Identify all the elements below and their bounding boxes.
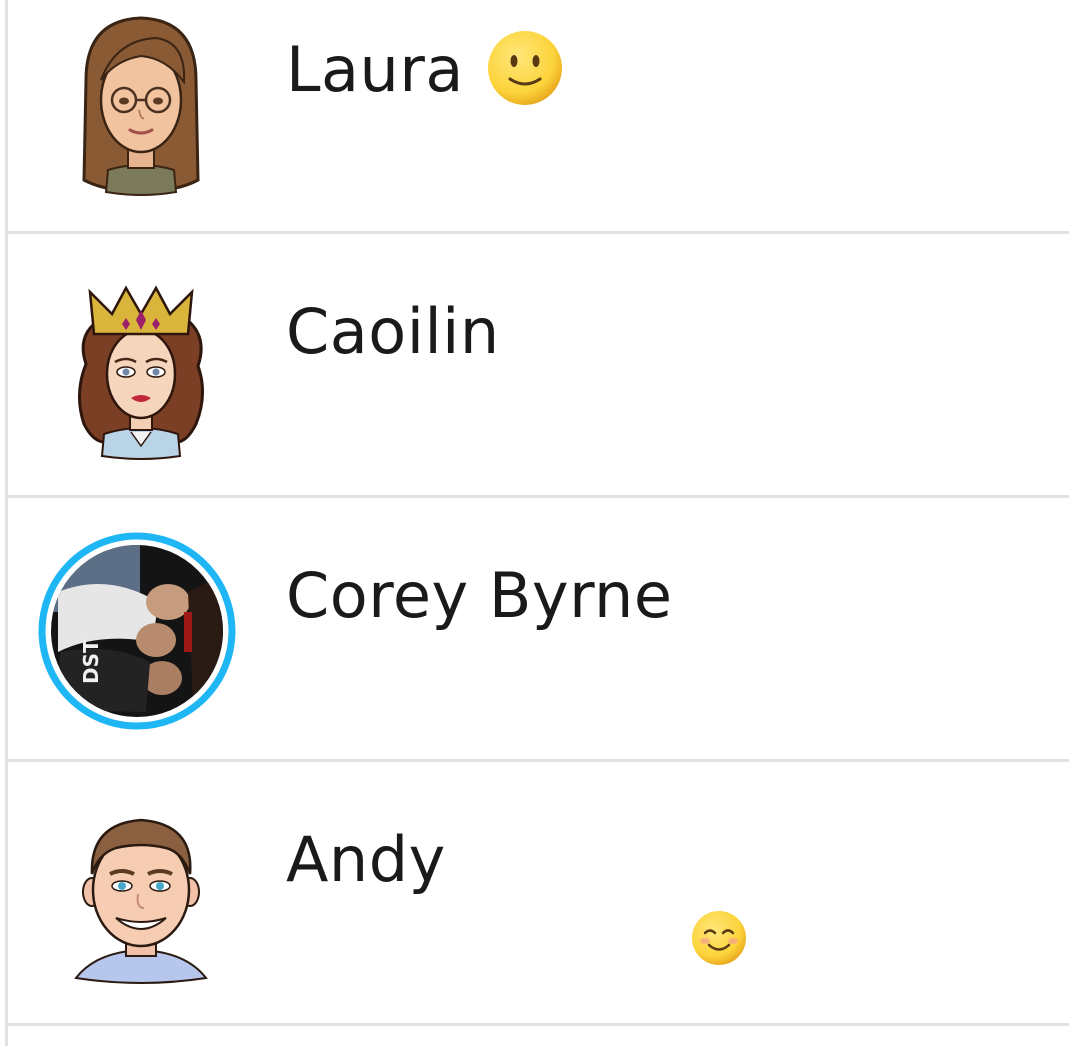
friend-row-corey-byrne[interactable]: DST Corey Byrne bbox=[8, 498, 1069, 762]
bitmoji-avatar[interactable] bbox=[46, 10, 236, 200]
friend-list: Laura Caoilin DST Corey Byrne Andy bbox=[8, 0, 1069, 1046]
friend-row-caoilin[interactable]: Caoilin bbox=[8, 234, 1069, 498]
friend-name: Corey Byrne bbox=[286, 559, 673, 632]
friend-name: Andy bbox=[286, 823, 446, 896]
friend-name: Laura bbox=[286, 33, 464, 106]
photo-avatar-with-story-ring[interactable]: DST bbox=[38, 532, 236, 730]
row-divider bbox=[8, 1023, 1069, 1026]
bitmoji-avatar-crown[interactable] bbox=[46, 274, 236, 464]
slightly-smiling-face-emoji bbox=[486, 29, 564, 111]
friend-name-line: Caoilin bbox=[286, 296, 500, 368]
bitmoji-avatar[interactable] bbox=[46, 802, 236, 992]
smiling-face-emoji bbox=[690, 909, 748, 971]
friend-name-line: Andy bbox=[286, 824, 446, 896]
svg-text:DST: DST bbox=[79, 639, 103, 684]
friend-name-line: Corey Byrne bbox=[286, 560, 672, 632]
friend-row-andy[interactable]: Andy bbox=[8, 762, 1069, 1026]
friend-row-laura[interactable]: Laura bbox=[8, 0, 1069, 234]
friend-name-line: Laura bbox=[286, 31, 564, 106]
friend-name: Caoilin bbox=[286, 295, 500, 368]
